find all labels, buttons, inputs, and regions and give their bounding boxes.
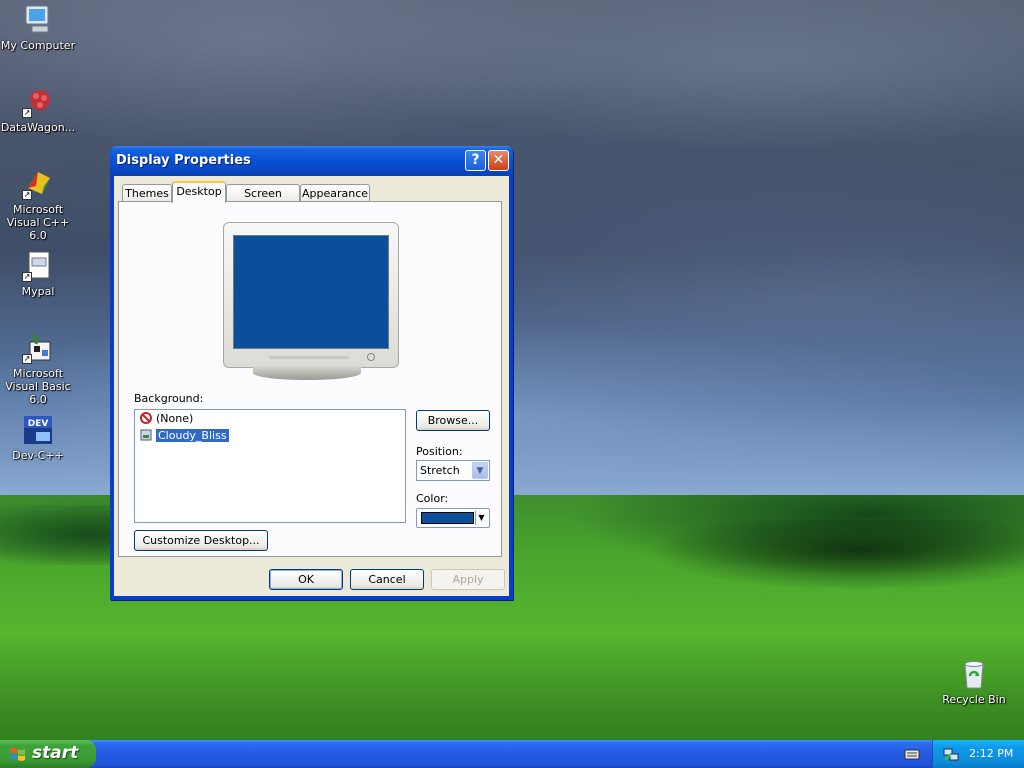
wallpaper-hill-shadow-right bbox=[640, 520, 1024, 590]
datawagon-icon: ↗ bbox=[22, 86, 54, 118]
start-label: start bbox=[32, 743, 79, 763]
list-item-label: Cloudy_Bliss bbox=[156, 429, 229, 442]
desktop-icon-mypal[interactable]: ↗ Mypal bbox=[0, 250, 78, 298]
tab-label: Desktop bbox=[176, 185, 222, 198]
desktop-icon-label: Microsoft Visual C++ 6.0 bbox=[6, 203, 70, 242]
desktop-icon-my-computer[interactable]: My Computer bbox=[0, 4, 78, 52]
desktop-icon-visual-cpp[interactable]: ↗ Microsoft Visual C++ 6.0 bbox=[0, 168, 78, 242]
list-item[interactable]: Cloudy_Bliss bbox=[140, 428, 229, 444]
position-value: Stretch bbox=[420, 464, 460, 477]
monitor-stand bbox=[253, 366, 361, 380]
chevron-down-icon: ▼ bbox=[475, 511, 487, 525]
tab-desktop[interactable]: Desktop bbox=[172, 181, 226, 203]
color-picker-button[interactable]: ▼ bbox=[416, 508, 490, 528]
customize-desktop-label: Customize Desktop... bbox=[142, 534, 260, 547]
monitor-power-led bbox=[367, 353, 375, 361]
shortcut-arrow-icon: ↗ bbox=[22, 190, 32, 200]
cancel-button-label: Cancel bbox=[368, 573, 406, 586]
mypal-icon: ↗ bbox=[22, 250, 54, 282]
browse-button-label: Browse... bbox=[427, 414, 479, 427]
shortcut-arrow-icon: ↗ bbox=[22, 354, 32, 364]
dialog-client-area: Themes Desktop Screen Saver Appearance B… bbox=[114, 176, 509, 596]
tab-appearance[interactable]: Appearance bbox=[300, 184, 370, 202]
tab-label: Themes bbox=[125, 187, 169, 200]
taskbar: start 2:12 PM bbox=[0, 740, 1024, 768]
close-button[interactable]: ✕ bbox=[488, 150, 509, 171]
position-dropdown[interactable]: Stretch ▼ bbox=[416, 460, 490, 481]
cancel-button[interactable]: Cancel bbox=[350, 569, 424, 590]
keyboard-icon[interactable] bbox=[904, 746, 920, 762]
ok-button[interactable]: OK bbox=[269, 569, 343, 590]
visual-basic-icon: ↗ bbox=[22, 332, 54, 364]
browse-button[interactable]: Browse... bbox=[416, 410, 490, 431]
chevron-down-icon[interactable]: ▼ bbox=[472, 462, 488, 479]
customize-desktop-button[interactable]: Customize Desktop... bbox=[134, 530, 268, 551]
close-icon: ✕ bbox=[492, 152, 505, 168]
monitor-slot bbox=[269, 356, 349, 359]
background-label: Background: bbox=[134, 392, 204, 405]
list-item[interactable]: (None) bbox=[140, 411, 193, 427]
desktop-icon-datawagon[interactable]: ↗ DataWagon... bbox=[0, 86, 78, 134]
system-tray: 2:12 PM bbox=[932, 740, 1024, 768]
svg-text:DEV: DEV bbox=[28, 419, 49, 429]
apply-button-label: Apply bbox=[452, 573, 484, 586]
desktop-icon-recycle-bin[interactable]: Recycle Bin bbox=[934, 658, 1014, 706]
monitor-preview bbox=[223, 222, 399, 368]
my-computer-icon bbox=[22, 4, 54, 36]
desktop-tab-panel: Background: (None) Cloudy_Bliss Browse..… bbox=[118, 201, 502, 557]
color-label: Color: bbox=[416, 492, 449, 505]
shortcut-arrow-icon: ↗ bbox=[22, 272, 32, 282]
start-button[interactable]: start bbox=[0, 740, 96, 768]
tab-themes[interactable]: Themes bbox=[122, 184, 172, 202]
dialog-title: Display Properties bbox=[116, 153, 251, 168]
color-swatch bbox=[421, 512, 474, 524]
dialog-titlebar[interactable]: Display Properties ? ✕ bbox=[110, 146, 513, 176]
apply-button[interactable]: Apply bbox=[431, 569, 505, 590]
help-icon: ? bbox=[471, 152, 480, 168]
desktop-icon-label: Mypal bbox=[21, 285, 55, 298]
list-item-label: (None) bbox=[156, 412, 194, 425]
position-label: Position: bbox=[416, 445, 463, 458]
image-file-icon bbox=[140, 429, 152, 441]
visual-cpp-icon: ↗ bbox=[22, 168, 54, 200]
desktop-icon-label: DataWagon... bbox=[0, 121, 76, 134]
none-icon bbox=[140, 412, 152, 424]
desktop-icon-label: My Computer bbox=[0, 39, 76, 52]
desktop-icon-label: Microsoft Visual Basic 6.0 bbox=[5, 367, 71, 406]
ok-button-label: OK bbox=[298, 573, 314, 586]
tab-label: Appearance bbox=[301, 187, 369, 200]
desktop-icon-dev-cpp[interactable]: DEV Dev-C++ bbox=[0, 414, 78, 462]
recycle-bin-icon bbox=[958, 658, 990, 690]
help-button[interactable]: ? bbox=[465, 150, 486, 171]
display-properties-dialog: Display Properties ? ✕ Themes Desktop Sc… bbox=[110, 146, 513, 600]
tab-screen-saver[interactable]: Screen Saver bbox=[226, 184, 300, 217]
desktop-icon-label: Recycle Bin bbox=[942, 693, 1006, 706]
desktop-icon-label: Dev-C++ bbox=[12, 449, 64, 462]
shortcut-arrow-icon: ↗ bbox=[22, 108, 32, 118]
desktop-icon-visual-basic[interactable]: ↗ Microsoft Visual Basic 6.0 bbox=[0, 332, 78, 406]
dev-cpp-icon: DEV bbox=[22, 414, 54, 446]
windows-logo-icon bbox=[11, 747, 25, 761]
background-list[interactable]: (None) Cloudy_Bliss bbox=[134, 409, 406, 523]
clock[interactable]: 2:12 PM bbox=[969, 747, 1013, 760]
network-icon[interactable] bbox=[943, 746, 959, 762]
monitor-preview-screen bbox=[233, 235, 389, 349]
